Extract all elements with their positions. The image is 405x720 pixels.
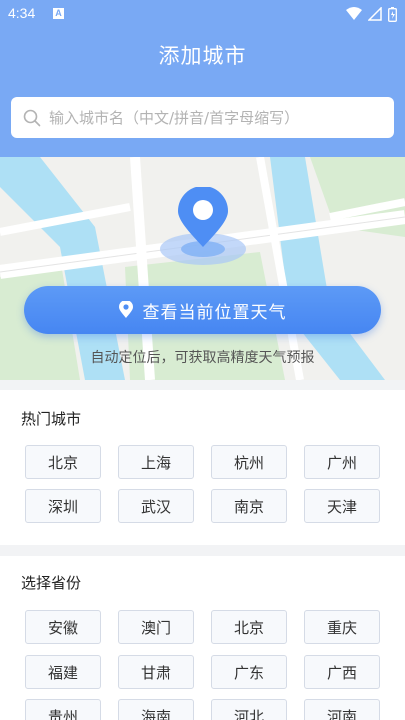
- province-chip[interactable]: 北京: [211, 610, 287, 644]
- province-chip[interactable]: 河北: [211, 699, 287, 720]
- locate-button-label: 查看当前位置天气: [142, 302, 287, 323]
- province-chip[interactable]: 甘肃: [118, 655, 194, 689]
- battery-icon: [388, 6, 397, 22]
- location-pin-icon: [160, 187, 246, 265]
- location-marker-icon: [118, 301, 133, 318]
- search-icon: [23, 109, 41, 126]
- hot-cities-section: 热门城市 北京 上海 杭州 广州 深圳 武汉 南京 天津: [0, 390, 405, 545]
- search-input[interactable]: [49, 108, 379, 127]
- status-time: 4:34: [8, 5, 36, 21]
- header-bar: 4:34 A 添加城市: [0, 0, 405, 157]
- hot-cities-title: 热门城市: [21, 410, 82, 428]
- locate-current-weather-button[interactable]: 查看当前位置天气: [24, 286, 381, 334]
- province-section: 选择省份 安徽 澳门 北京 重庆 福建 甘肃 广东 广西 贵州 海南 河北 河南: [0, 556, 405, 720]
- province-chip[interactable]: 重庆: [304, 610, 380, 644]
- location-map: 查看当前位置天气 自动定位后，可获取高精度天气预报: [0, 157, 405, 380]
- city-chip[interactable]: 杭州: [211, 445, 287, 479]
- city-chip[interactable]: 广州: [304, 445, 380, 479]
- city-chip[interactable]: 武汉: [118, 489, 194, 523]
- status-icons: [346, 6, 397, 22]
- province-title: 选择省份: [21, 574, 82, 592]
- search-box[interactable]: [11, 97, 394, 138]
- wifi-icon: [346, 7, 362, 20]
- city-chip[interactable]: 深圳: [25, 489, 101, 523]
- province-chip[interactable]: 广西: [304, 655, 380, 689]
- notification-icon: A: [53, 8, 64, 19]
- signal-icon: [368, 7, 382, 21]
- status-bar: 4:34 A: [0, 0, 405, 28]
- province-chip[interactable]: 安徽: [25, 610, 101, 644]
- city-chip[interactable]: 北京: [25, 445, 101, 479]
- province-chip[interactable]: 河南: [304, 699, 380, 720]
- province-chip[interactable]: 贵州: [25, 699, 101, 720]
- province-chip[interactable]: 海南: [118, 699, 194, 720]
- city-chip[interactable]: 南京: [211, 489, 287, 523]
- province-chip[interactable]: 广东: [211, 655, 287, 689]
- province-chip[interactable]: 澳门: [118, 610, 194, 644]
- locate-hint: 自动定位后，可获取高精度天气预报: [90, 350, 315, 366]
- city-chip[interactable]: 上海: [118, 445, 194, 479]
- province-chip[interactable]: 福建: [25, 655, 101, 689]
- city-chip[interactable]: 天津: [304, 489, 380, 523]
- page-title: 添加城市: [158, 44, 247, 68]
